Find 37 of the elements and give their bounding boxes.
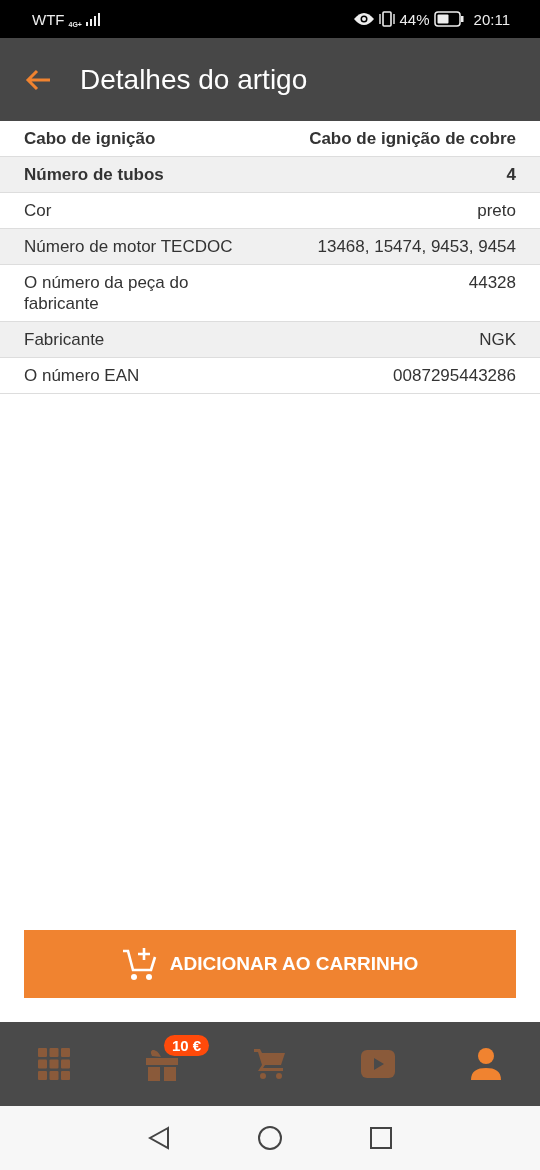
nav-tab[interactable]: 10 €: [108, 1022, 216, 1106]
spec-label: O número EAN: [24, 365, 140, 386]
spec-label: Número de motor TECDOC: [24, 236, 233, 257]
recents-button[interactable]: [370, 1127, 392, 1149]
triangle-back-icon: [148, 1126, 170, 1150]
video-play-icon: [361, 1050, 395, 1078]
clock-time: 20:11: [473, 10, 510, 28]
page-title: Detalhes do artigo: [80, 63, 308, 96]
grid-icon: [38, 1048, 70, 1080]
home-button[interactable]: [258, 1126, 282, 1150]
back-arrow-icon: [24, 67, 52, 92]
battery-icon: [433, 11, 464, 27]
spec-label: Cabo de ignição: [24, 128, 156, 149]
battery-percent: 44%: [399, 10, 430, 28]
profile-icon: [470, 1048, 502, 1080]
signal-icon: [85, 12, 100, 26]
spec-label: O número da peça do fabricante: [24, 272, 190, 314]
cart-add-icon: [121, 946, 158, 982]
cart-icon: [254, 1048, 286, 1080]
square-recents-icon: [370, 1127, 392, 1149]
spec-label: Fabricante: [24, 329, 105, 350]
spec-value: NGK: [479, 329, 516, 350]
spec-label: Cor: [24, 200, 52, 221]
reward-badge: 10 €: [164, 1035, 210, 1056]
spec-value: 44328: [468, 272, 516, 294]
spec-value: 4: [506, 164, 516, 185]
back-button[interactable]: [148, 1126, 170, 1150]
spec-label: Número de tubos: [24, 164, 164, 185]
circle-home-icon: [258, 1126, 282, 1150]
spec-value: 13468, 15474, 9453, 9454: [317, 236, 516, 257]
vibrate-icon: [377, 11, 396, 27]
spec-value: 0087295443286: [393, 365, 516, 386]
carrier-name: WTF: [32, 10, 65, 28]
spec-value: Cabo de ignição de cobre: [309, 128, 516, 149]
eye-icon: [353, 13, 374, 25]
spec-value: preto: [477, 200, 516, 221]
add-to-cart-button[interactable]: ADICIONAR AO CARRINHO: [24, 930, 516, 998]
